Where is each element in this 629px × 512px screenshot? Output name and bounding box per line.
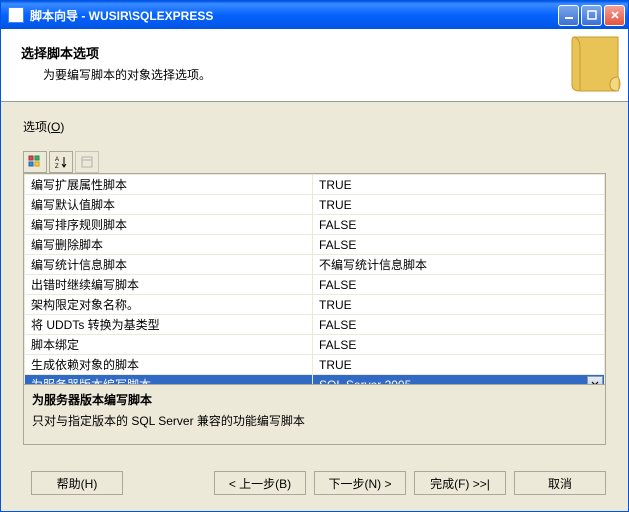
page-title: 选择脚本选项 [21, 43, 608, 62]
property-value[interactable]: FALSE [313, 215, 605, 235]
table-row[interactable]: 编写扩展属性脚本TRUE [25, 175, 605, 195]
wizard-footer: 帮助(H) < 上一步(B) 下一步(N) > 完成(F) >>| 取消 [1, 457, 628, 511]
property-value[interactable]: TRUE [313, 355, 605, 375]
property-value[interactable]: TRUE [313, 295, 605, 315]
maximize-icon [587, 10, 597, 20]
property-value[interactable]: FALSE [313, 335, 605, 355]
dropdown-arrow[interactable] [587, 376, 603, 385]
description-panel: 为服务器版本编写脚本 只对与指定版本的 SQL Server 兼容的功能编写脚本 [23, 385, 606, 445]
wizard-body: 选项(O) AZ 编写扩展属性脚本TRUE编写默认值脚 [1, 102, 628, 457]
table-row[interactable]: 编写统计信息脚本不编写统计信息脚本 [25, 255, 605, 275]
next-button[interactable]: 下一步(N) > [314, 471, 406, 495]
property-name: 为服务器版本编写脚本 [25, 375, 313, 386]
property-value[interactable]: TRUE [313, 195, 605, 215]
close-button[interactable] [604, 5, 625, 26]
table-row[interactable]: 脚本绑定FALSE [25, 335, 605, 355]
alphabetical-button[interactable]: AZ [49, 151, 73, 173]
property-name: 架构限定对象名称。 [25, 295, 313, 315]
table-row[interactable]: 架构限定对象名称。TRUE [25, 295, 605, 315]
property-name: 脚本绑定 [25, 335, 313, 355]
property-value[interactable]: FALSE [313, 315, 605, 335]
wizard-window: 脚本向导 - WUSIR\SQLEXPRESS 选择脚本选项 为要编写脚本的对象… [0, 0, 629, 512]
minimize-icon [564, 10, 574, 20]
property-name: 编写默认值脚本 [25, 195, 313, 215]
wizard-header: 选择脚本选项 为要编写脚本的对象选择选项。 [1, 29, 628, 102]
options-label: 选项(O) [23, 118, 606, 135]
property-name: 编写扩展属性脚本 [25, 175, 313, 195]
cancel-button[interactable]: 取消 [514, 471, 606, 495]
property-grid[interactable]: 编写扩展属性脚本TRUE编写默认值脚本TRUE编写排序规则脚本FALSE编写删除… [23, 173, 606, 385]
table-row[interactable]: 编写排序规则脚本FALSE [25, 215, 605, 235]
back-button[interactable]: < 上一步(B) [214, 471, 306, 495]
property-name: 编写排序规则脚本 [25, 215, 313, 235]
table-row[interactable]: 编写删除脚本FALSE [25, 235, 605, 255]
table-row[interactable]: 出错时继续编写脚本FALSE [25, 275, 605, 295]
svg-text:Z: Z [55, 164, 59, 169]
property-name: 将 UDDTs 转换为基类型 [25, 315, 313, 335]
property-value[interactable]: SQL Server 2005 [313, 375, 605, 386]
categorized-icon [28, 155, 42, 169]
table-row[interactable]: 为服务器版本编写脚本SQL Server 2005 [25, 375, 605, 386]
table-row[interactable]: 生成依赖对象的脚本TRUE [25, 355, 605, 375]
property-toolbar: AZ [23, 151, 606, 173]
maximize-button[interactable] [581, 5, 602, 26]
help-button[interactable]: 帮助(H) [31, 471, 123, 495]
table-row[interactable]: 将 UDDTs 转换为基类型FALSE [25, 315, 605, 335]
property-value[interactable]: FALSE [313, 235, 605, 255]
minimize-button[interactable] [558, 5, 579, 26]
description-title: 为服务器版本编写脚本 [32, 391, 597, 408]
window-controls [558, 5, 625, 26]
scroll-decoration-icon [568, 33, 622, 93]
property-name: 编写统计信息脚本 [25, 255, 313, 275]
window-title: 脚本向导 - WUSIR\SQLEXPRESS [30, 7, 558, 24]
property-name: 编写删除脚本 [25, 235, 313, 255]
property-value[interactable]: FALSE [313, 275, 605, 295]
properties-icon [80, 155, 94, 169]
property-value[interactable]: 不编写统计信息脚本 [313, 255, 605, 275]
properties-button [75, 151, 99, 173]
app-icon [8, 7, 24, 23]
property-name: 出错时继续编写脚本 [25, 275, 313, 295]
page-subtitle: 为要编写脚本的对象选择选项。 [43, 66, 608, 83]
finish-button[interactable]: 完成(F) >>| [414, 471, 506, 495]
close-icon [610, 10, 620, 20]
description-text: 只对与指定版本的 SQL Server 兼容的功能编写脚本 [32, 412, 597, 429]
svg-text:A: A [55, 157, 59, 163]
sort-az-icon: AZ [54, 155, 68, 169]
property-name: 生成依赖对象的脚本 [25, 355, 313, 375]
titlebar: 脚本向导 - WUSIR\SQLEXPRESS [1, 1, 628, 29]
table-row[interactable]: 编写默认值脚本TRUE [25, 195, 605, 215]
property-value[interactable]: TRUE [313, 175, 605, 195]
property-table: 编写扩展属性脚本TRUE编写默认值脚本TRUE编写排序规则脚本FALSE编写删除… [24, 174, 605, 385]
categorized-button[interactable] [23, 151, 47, 173]
